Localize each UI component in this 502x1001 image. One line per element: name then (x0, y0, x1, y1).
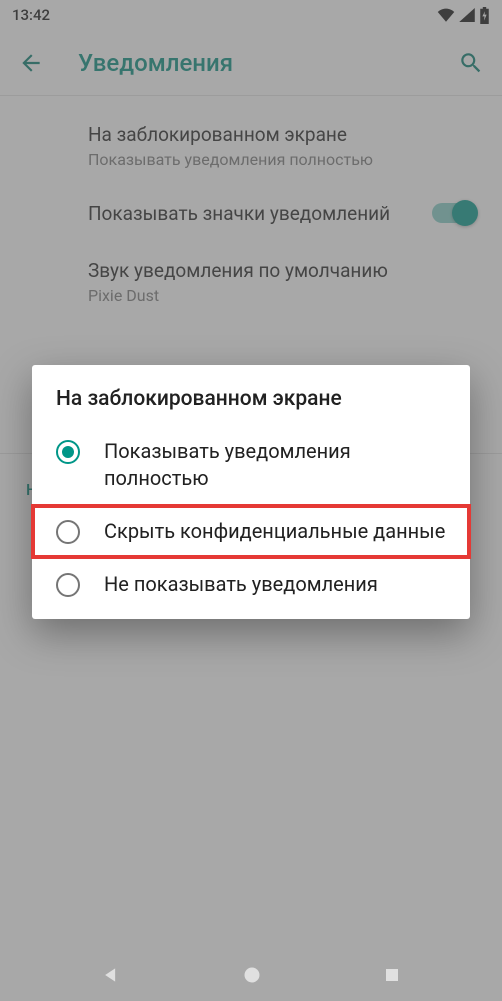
radio-option-dont-show[interactable]: Не показывать уведомления (32, 558, 470, 611)
nav-home-button[interactable] (242, 965, 262, 985)
triangle-left-icon (101, 965, 121, 985)
lock-screen-dialog: На заблокированном экране Показывать уве… (32, 365, 470, 619)
radio-label: Не показывать уведомления (104, 571, 378, 598)
radio-option-hide-sensitive[interactable]: Скрыть конфиденциальные данные (32, 505, 470, 558)
radio-unselected-icon (56, 573, 80, 597)
radio-label: Скрыть конфиденциальные данные (104, 518, 445, 545)
radio-label: Показывать уведомления полностью (104, 438, 452, 492)
navigation-bar (0, 949, 502, 1001)
radio-unselected-icon (56, 520, 80, 544)
radio-selected-icon (56, 440, 80, 464)
circle-icon (242, 965, 262, 985)
nav-back-button[interactable] (101, 965, 121, 985)
square-icon (383, 966, 401, 984)
radio-option-show-all[interactable]: Показывать уведомления полностью (32, 425, 470, 505)
dialog-title: На заблокированном экране (32, 387, 470, 425)
nav-recents-button[interactable] (383, 966, 401, 984)
